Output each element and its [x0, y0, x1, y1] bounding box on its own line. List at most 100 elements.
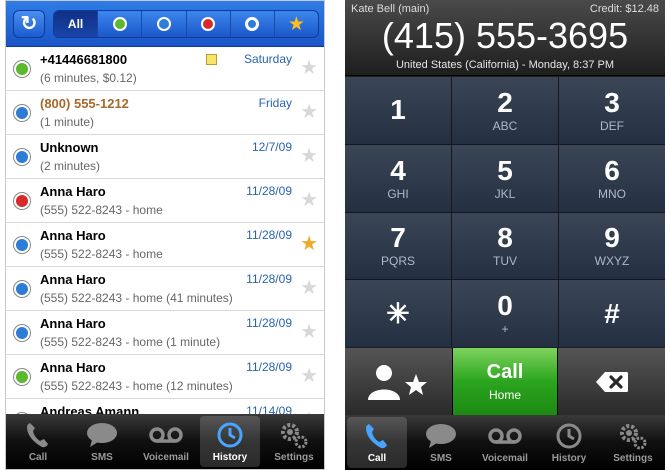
tab-call[interactable]: Call: [8, 416, 68, 467]
tab-label: History: [551, 453, 587, 464]
delete-button[interactable]: [558, 348, 665, 415]
gears-icon: [279, 420, 309, 450]
number-location: United States (California) - Monday, 8:3…: [395, 59, 615, 71]
filter-starred-tab[interactable]: ★: [275, 11, 318, 37]
dialer-tab-bar: Call SMS Voicemail History Settings: [345, 415, 665, 470]
tab-sms[interactable]: SMS: [411, 417, 471, 468]
favorite-star-icon[interactable]: ★: [300, 234, 318, 254]
contacts-favorites-button[interactable]: [345, 348, 452, 415]
tab-history[interactable]: History: [200, 416, 260, 467]
history-row-detail: (2 minutes): [40, 159, 101, 173]
star-icon: ★: [287, 13, 305, 35]
key-1[interactable]: 1: [345, 77, 451, 144]
refresh-button[interactable]: ↻: [13, 10, 45, 38]
call-button[interactable]: Call Home: [453, 348, 557, 415]
history-row-date: 11/28/09: [246, 272, 292, 286]
history-row[interactable]: Unknown 12/7/09 (2 minutes) ★: [6, 135, 324, 179]
history-row-detail: (1 minute): [40, 115, 95, 129]
favorite-star-icon[interactable]: ★: [300, 322, 318, 342]
key-digit: 8: [497, 222, 513, 254]
history-row-date: 11/28/09: [246, 228, 292, 242]
key-0[interactable]: 0 +: [452, 280, 558, 347]
tab-label: SMS: [91, 452, 113, 463]
key-digit: 7: [390, 222, 406, 254]
filter-segmented-control: All ★: [53, 10, 319, 38]
history-row-detail: (555) 522-8243 - home (41 minutes): [40, 291, 233, 305]
history-row-name: Anna Haro: [40, 272, 106, 287]
key-9[interactable]: 9 WXYZ: [559, 212, 665, 280]
history-row[interactable]: Anna Haro 11/28/09 (555) 522-8243 - home (…: [6, 311, 324, 355]
key-letters: WXYZ: [594, 254, 630, 269]
key-digit: 3: [604, 86, 620, 118]
history-row-name: (800) 555-1212: [40, 96, 129, 111]
filter-all-tab[interactable]: All: [54, 11, 99, 37]
favorite-star-icon[interactable]: ★: [300, 146, 318, 166]
tab-settings[interactable]: Settings: [264, 416, 324, 467]
key-4[interactable]: 4 GHI: [345, 144, 451, 212]
history-list: +41446681800 Saturday (6 minutes, $0.12) ★(…: [6, 47, 324, 415]
missed-call-icon: [201, 17, 216, 31]
key-letters: MNO: [598, 186, 626, 201]
phone-icon: [25, 420, 51, 450]
dial-keypad: 1 2 ABC 3 DEF 4 GHI 5 JKL 6 MNO 7 PQRS 8 TUV 9 WXYZ ✳ 0 + #: [345, 77, 665, 347]
incoming-call-icon: [14, 281, 30, 297]
filter-outgoing-tab[interactable]: [98, 11, 143, 37]
incoming-call-icon: [156, 17, 171, 31]
key-3[interactable]: 3 DEF: [559, 77, 665, 144]
history-row-name: Unknown: [40, 140, 99, 155]
history-row[interactable]: +41446681800 Saturday (6 minutes, $0.12) ★: [6, 47, 324, 91]
tab-settings[interactable]: Settings: [603, 417, 663, 468]
history-row[interactable]: Anna Haro 11/28/09 (555) 522-8243 - home ★: [6, 179, 324, 223]
key-letters: ABC: [492, 118, 518, 133]
tab-history[interactable]: History: [539, 417, 599, 468]
backspace-icon: [595, 371, 628, 392]
history-row-date: 12/7/09: [251, 140, 292, 154]
history-row-detail: (555) 522-8243 - home: [40, 247, 163, 261]
history-row[interactable]: Andreas Amann11/14/09★: [6, 399, 324, 415]
favorite-star-icon[interactable]: ★: [300, 278, 318, 298]
history-row-name: +41446681800: [40, 52, 128, 67]
key-digit: 5: [497, 154, 513, 186]
favorite-star-icon[interactable]: ★: [300, 102, 318, 122]
history-row[interactable]: Anna Haro 11/28/09 (555) 522-8243 - home (…: [6, 267, 324, 311]
key-pound[interactable]: #: [559, 280, 665, 347]
history-row-name: Anna Haro: [40, 228, 106, 243]
key-star[interactable]: ✳: [345, 280, 451, 347]
key-8[interactable]: 8 TUV: [452, 212, 558, 280]
clock-icon: [555, 421, 583, 451]
key-2[interactable]: 2 ABC: [452, 77, 558, 144]
tab-label: Voicemail: [482, 453, 528, 464]
favorite-star-icon[interactable]: ★: [300, 190, 318, 210]
key-6[interactable]: 6 MNO: [559, 144, 665, 212]
key-digit: 4: [390, 154, 406, 186]
history-row-date: Saturday: [243, 52, 292, 66]
history-row[interactable]: Anna Haro 11/28/09 (555) 522-8243 - home ★: [6, 223, 324, 267]
key-letters: PQRS: [380, 254, 415, 269]
key-7[interactable]: 7 PQRS: [345, 212, 451, 280]
key-letters: TUV: [493, 254, 517, 269]
key-5[interactable]: 5 JKL: [452, 144, 558, 212]
clock-icon: [216, 420, 244, 450]
history-row-detail: (555) 522-8243 - home (1 minute): [40, 335, 221, 349]
filter-missed-tab[interactable]: [187, 11, 231, 37]
history-screen: ↻ All ★ +41446681800 Saturday (6 minutes, …: [5, 0, 325, 470]
filter-incoming-tab[interactable]: [142, 11, 187, 37]
history-row[interactable]: (800) 555-1212 Friday (1 minute) ★: [6, 91, 324, 135]
sms-bubble-icon: [86, 420, 118, 450]
dialer-action-row: Call Home: [345, 348, 665, 415]
history-row[interactable]: Anna Haro 11/28/09 (555) 522-8243 - home (…: [6, 355, 324, 399]
outgoing-call-icon: [14, 61, 30, 77]
tab-sms[interactable]: SMS: [72, 416, 132, 467]
dialer-screen: Kate Bell (main) Credit: $12.48 (415) 55…: [345, 0, 665, 470]
history-row-detail: (555) 522-8243 - home (12 minutes): [40, 379, 233, 393]
tab-label: SMS: [430, 453, 452, 464]
tab-label: Call: [28, 452, 48, 463]
key-digit: 2: [497, 86, 513, 118]
gears-icon: [618, 421, 648, 451]
favorite-star-icon[interactable]: ★: [300, 366, 318, 386]
tab-voicemail[interactable]: Voicemail: [475, 417, 535, 468]
tab-call[interactable]: Call: [347, 417, 407, 468]
filter-voicemail-tab[interactable]: [231, 11, 275, 37]
favorite-star-icon[interactable]: ★: [300, 58, 318, 78]
tab-voicemail[interactable]: Voicemail: [136, 416, 196, 467]
